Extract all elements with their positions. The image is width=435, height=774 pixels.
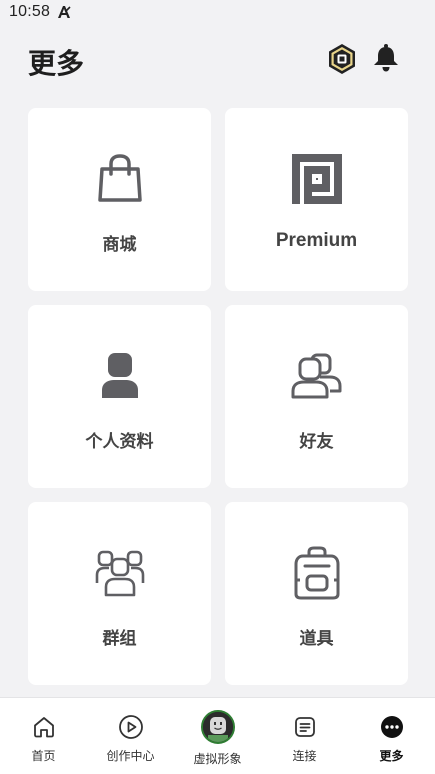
tile-profile[interactable]: 个人资料 [28, 305, 211, 488]
bell-icon [374, 44, 398, 72]
more-dots-icon [378, 713, 406, 741]
tile-inventory[interactable]: 道具 [225, 502, 408, 685]
font-a-icon [58, 6, 71, 18]
play-circle-icon [117, 713, 145, 741]
nav-label: 更多 [379, 749, 404, 763]
tile-shop[interactable]: 商城 [28, 108, 211, 291]
header: 更多 [0, 36, 435, 84]
groups-icon [93, 546, 147, 600]
menu-grid: 商城 Premium 个人资料 好友 群组 道具 [28, 108, 408, 685]
nav-label: 连接 [292, 749, 317, 763]
tile-label: Premium [275, 230, 358, 251]
nav-label: 虚拟形象 [193, 752, 242, 766]
tile-label: 个人资料 [85, 432, 154, 452]
nav-more[interactable]: 更多 [348, 698, 435, 774]
tile-label: 道具 [299, 629, 334, 649]
nav-label: 首页 [31, 749, 56, 763]
friends-icon [290, 349, 344, 403]
nav-avatar[interactable]: 虚拟形象 [174, 698, 261, 774]
notifications-button[interactable] [371, 42, 401, 74]
bottom-nav: 首页 创作中心 虚拟形象 连接 更多 [0, 697, 435, 774]
page-title: 更多 [28, 47, 85, 80]
tile-label: 商城 [102, 235, 137, 255]
nav-home[interactable]: 首页 [0, 698, 87, 774]
nav-label: 创作中心 [106, 749, 155, 763]
nav-connect[interactable]: 连接 [261, 698, 348, 774]
chat-icon [291, 713, 319, 741]
status-bar: 10:58 [0, 0, 435, 24]
tile-label: 好友 [299, 432, 334, 452]
tile-friends[interactable]: 好友 [225, 305, 408, 488]
profile-icon [93, 349, 147, 403]
backpack-icon [290, 546, 344, 600]
nav-create[interactable]: 创作中心 [87, 698, 174, 774]
premium-icon [290, 152, 344, 206]
robux-button[interactable] [326, 43, 358, 75]
shopping-bag-icon [93, 152, 147, 206]
tile-label: 群组 [102, 629, 137, 649]
home-icon [30, 713, 58, 741]
avatar-icon [200, 710, 235, 744]
status-time: 10:58 [9, 3, 51, 20]
robux-icon [329, 44, 355, 74]
tile-premium[interactable]: Premium [225, 108, 408, 291]
tile-groups[interactable]: 群组 [28, 502, 211, 685]
